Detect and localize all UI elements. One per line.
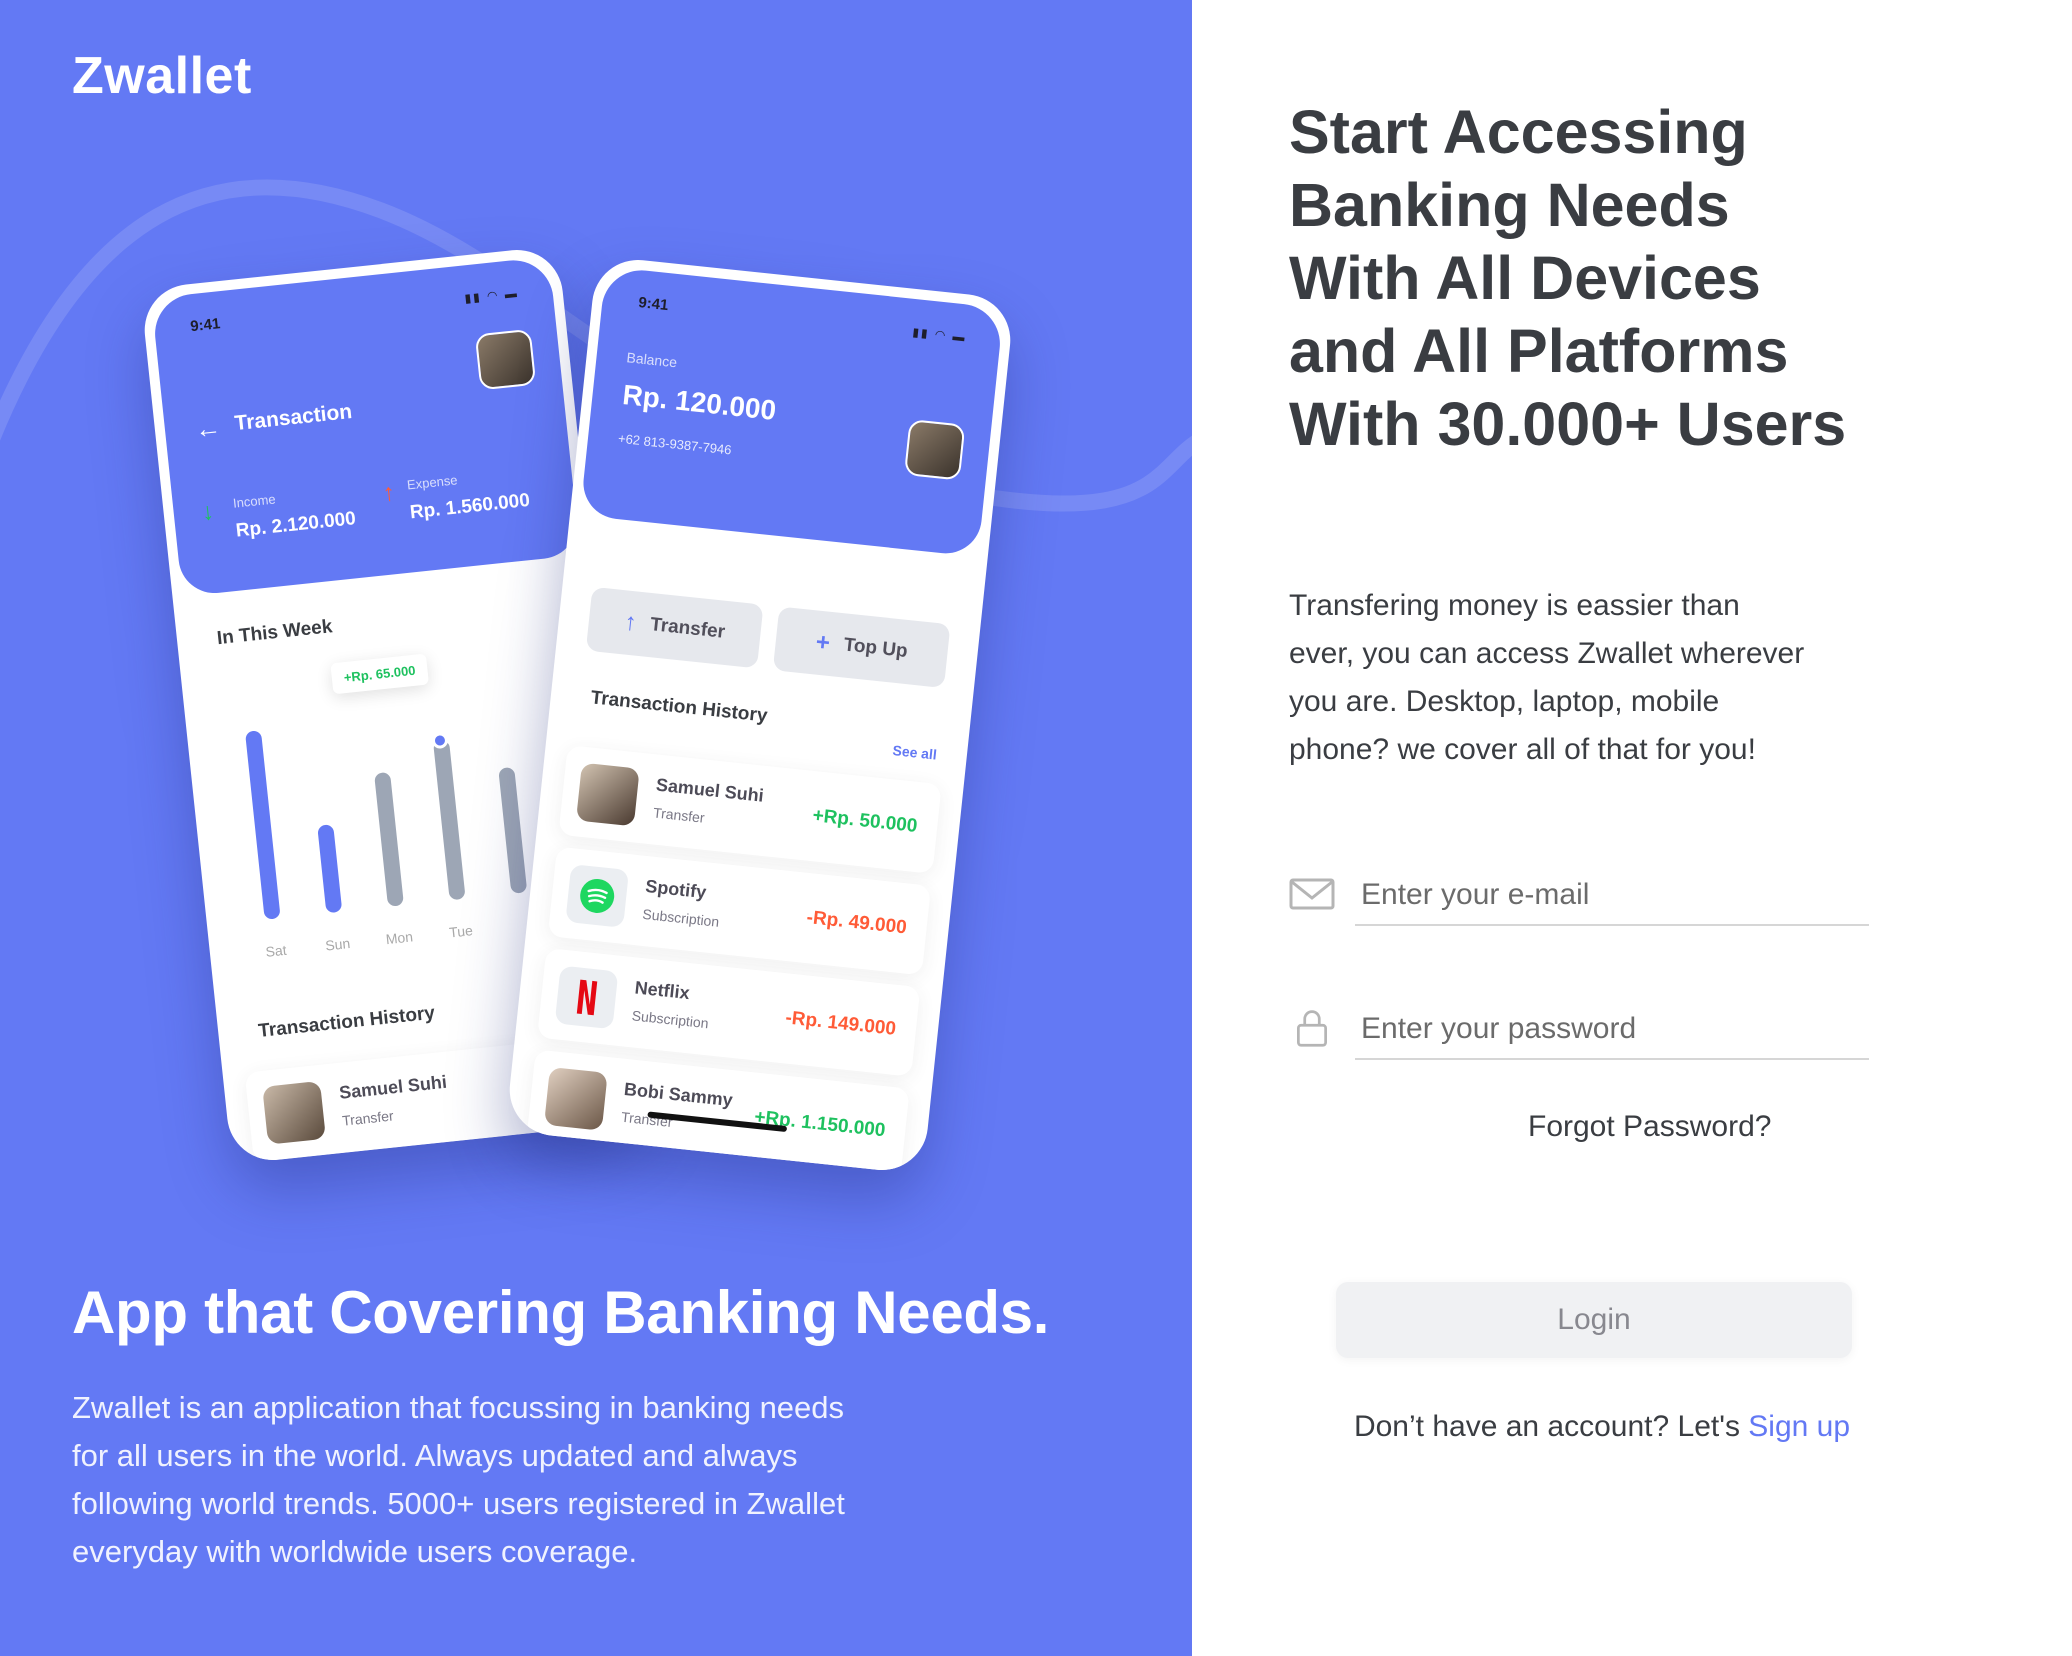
history-title: Transaction History: [589, 687, 769, 727]
topup-button: + Top Up: [772, 606, 951, 689]
mail-icon: [1289, 878, 1335, 910]
tx-amount: -Rp. 149.000: [784, 1007, 897, 1040]
spotify-icon: [565, 864, 630, 928]
signup-prefix: Don’t have an account? Let's: [1353, 1410, 1740, 1443]
phone-header: 9:41 ▮▮ ◠ ▬ ← Transaction ↓ Income Rp. 2…: [151, 256, 581, 597]
hero-headline: App that Covering Banking Needs.: [72, 1279, 1050, 1346]
transfer-label: Transfer: [649, 614, 727, 643]
hero-description: Zwallet is an application that focussing…: [72, 1390, 845, 1569]
see-all-link: See all: [891, 742, 938, 763]
phone-mockup-balance: 9:41 ▮▮ ◠ ▬ Balance Rp. 120.000 +62 813-…: [505, 255, 1015, 1175]
login-button[interactable]: Login: [1336, 1282, 1852, 1358]
chart-day-label: Sat: [264, 941, 288, 960]
status-icons: ▮▮ ◠ ▬: [911, 324, 968, 345]
topup-label: Top Up: [842, 634, 909, 663]
arrow-up-icon: ↑: [381, 478, 397, 508]
avatar: [575, 762, 640, 827]
tx-type: Transfer: [341, 1107, 395, 1129]
email-field-group: [1289, 866, 1869, 926]
avatar: [903, 419, 966, 481]
chart-bar: [374, 771, 404, 907]
phone-header: 9:41 ▮▮ ◠ ▬ Balance Rp. 120.000 +62 813-…: [579, 266, 1004, 557]
history-title: Transaction History: [257, 1002, 436, 1043]
balance-amount: Rp. 120.000: [621, 378, 778, 426]
transfer-button: ↑ Transfer: [585, 586, 764, 669]
arrow-down-icon: ↓: [200, 497, 216, 527]
arrow-up-icon: ↑: [623, 608, 638, 637]
page-description: Transfering money is eassier than ever, …: [1289, 589, 1805, 766]
email-input[interactable]: [1355, 866, 1869, 926]
login-panel: Start Accessing Banking Needs With All D…: [1192, 0, 2072, 1656]
tx-name: Samuel Suhi: [338, 1071, 448, 1103]
arrow-left-icon: ←: [193, 411, 223, 445]
plus-icon: +: [814, 628, 832, 657]
chart-day-label: Tue: [448, 922, 474, 941]
chart-bar: [498, 766, 528, 894]
password-input[interactable]: [1355, 1000, 1869, 1060]
chart-bar: [317, 824, 343, 914]
avatar: [262, 1080, 326, 1145]
forgot-password-link[interactable]: Forgot Password?: [1528, 1110, 1771, 1144]
status-icons: ▮▮ ◠ ▬: [463, 285, 520, 306]
expense-amount: Rp. 1.560.000: [408, 489, 531, 524]
phone-number: +62 813-9387-7946: [617, 430, 733, 458]
chart-day-label: Mon: [384, 928, 414, 948]
netflix-icon: [554, 965, 619, 1030]
tx-name: Spotify: [644, 876, 708, 903]
tx-name: Samuel Suhi: [655, 774, 765, 806]
page-title: Start Accessing Banking Needs With All D…: [1289, 98, 1847, 458]
chart-bar: [432, 739, 466, 901]
tx-type: Subscription: [641, 905, 721, 930]
brand-logo[interactable]: Zwallet: [72, 46, 252, 106]
tx-type: Transfer: [652, 804, 706, 826]
tx-amount: +Rp. 50.000: [811, 805, 919, 837]
tx-amount: -Rp. 49.000: [805, 907, 908, 939]
signup-link[interactable]: Sign up: [1748, 1410, 1850, 1443]
lock-icon: [1297, 1010, 1327, 1047]
signup-prompt: Don’t have an account? Let's Sign up: [1322, 1410, 1882, 1444]
week-title: In This Week: [216, 616, 334, 650]
expense-label: Expense: [406, 472, 459, 493]
income-label: Income: [232, 491, 277, 511]
tx-type: Subscription: [631, 1007, 710, 1032]
chart-bar: [244, 730, 281, 920]
avatar: [543, 1066, 608, 1131]
status-time: 9:41: [189, 315, 222, 336]
tx-name: Bobi Sammy: [623, 1078, 734, 1111]
password-field-group: [1289, 1000, 1869, 1060]
avatar: [474, 328, 537, 391]
tx-name: Netflix: [633, 977, 691, 1004]
balance-label: Balance: [625, 349, 678, 371]
phone-title: Transaction: [233, 399, 354, 436]
income-amount: Rp. 2.120.000: [234, 508, 357, 542]
status-time: 9:41: [637, 294, 670, 315]
chart-day-label: Sun: [324, 935, 351, 954]
hero-panel: Zwallet 9:41 ▮▮ ◠ ▬ ← Transaction ↓ Inco…: [0, 0, 1192, 1656]
